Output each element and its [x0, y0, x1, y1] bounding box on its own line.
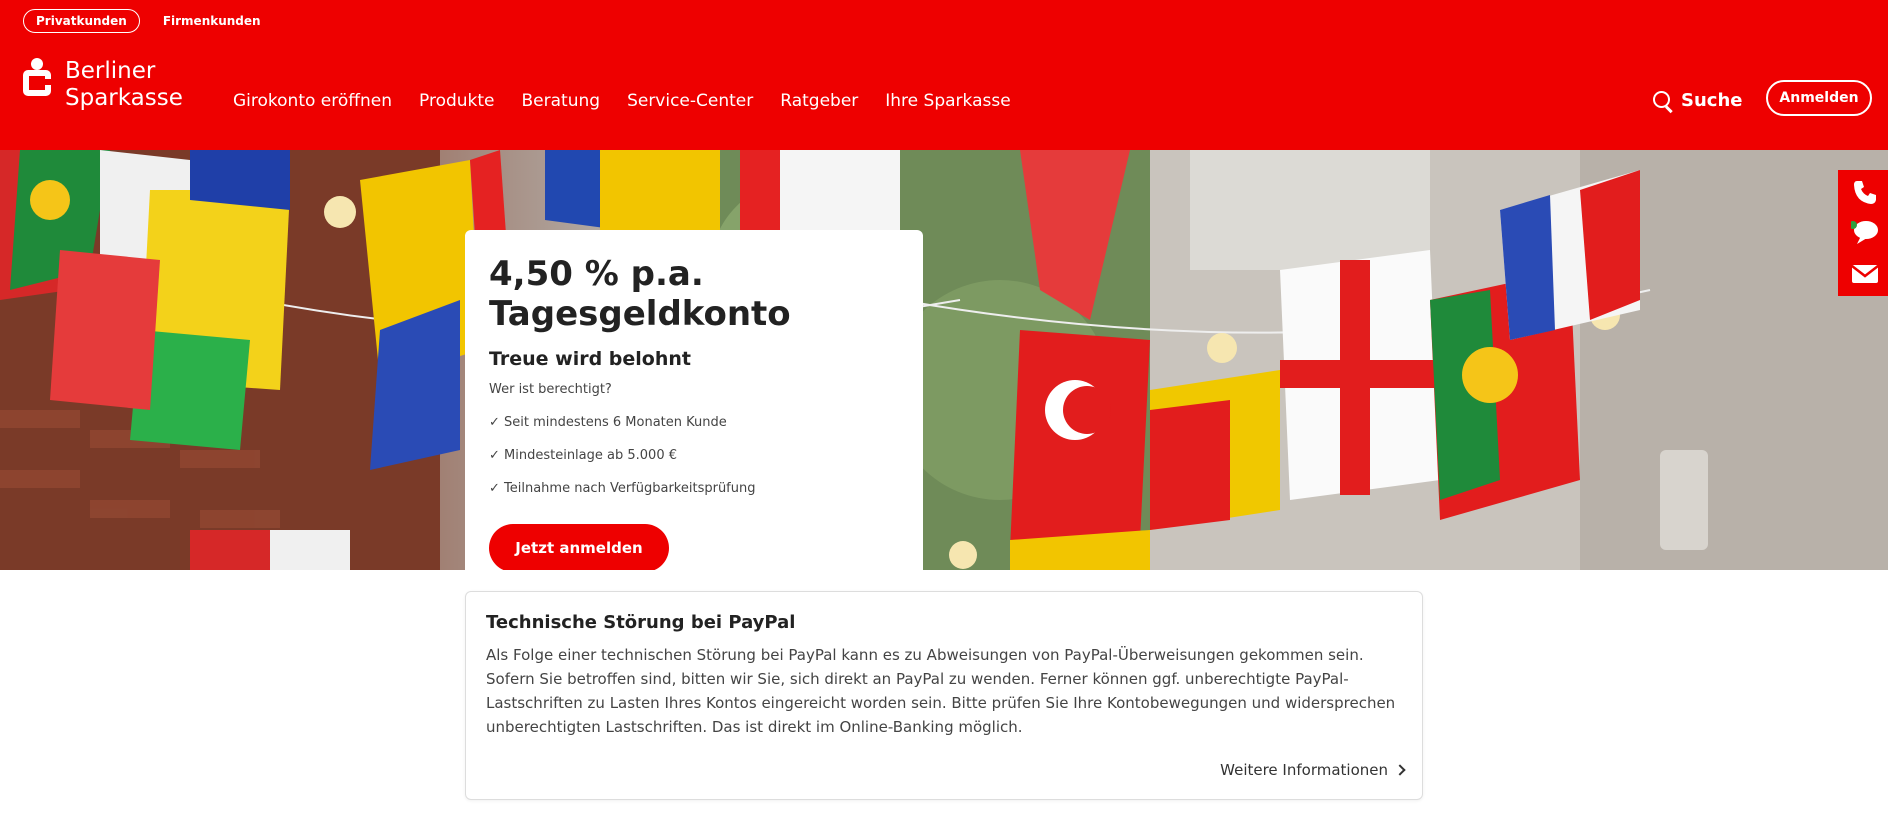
promo-item: ✓ Mindesteinlage ab 5.000 € [489, 448, 677, 463]
hero-banner: 4,50 % p.a. Tagesgeldkonto Treue wird be… [0, 150, 1888, 570]
search-label: Suche [1681, 90, 1743, 111]
chevron-right-icon [1394, 764, 1406, 776]
nav-service-center[interactable]: Service-Center [627, 91, 753, 111]
nav-ihre-sparkasse[interactable]: Ihre Sparkasse [885, 91, 1010, 111]
promo-title: 4,50 % p.a. Tagesgeldkonto [489, 254, 899, 334]
promo-item: ✓ Teilnahme nach Verfügbarkeitsprüfung [489, 481, 756, 496]
nav-ratgeber[interactable]: Ratgeber [780, 91, 858, 111]
promo-item: ✓ Seit mindestens 6 Monaten Kunde [489, 415, 727, 430]
sparkasse-logo[interactable]: Berliner Sparkasse [23, 58, 183, 112]
nav-produkte[interactable]: Produkte [419, 91, 495, 111]
promo-rate: 4,50 % p.a. [489, 254, 704, 294]
promo-product: Tagesgeldkonto [489, 294, 791, 334]
promo-subtitle: Treue wird belohnt [489, 348, 691, 370]
logo-line2: Sparkasse [65, 85, 183, 111]
notice-link-label: Weitere Informationen [1220, 761, 1388, 779]
nav-girokonto[interactable]: Girokonto eröffnen [233, 91, 392, 111]
mail-icon[interactable] [1851, 260, 1879, 288]
promo-question: Wer ist berechtigt? [489, 382, 612, 397]
promo-card: 4,50 % p.a. Tagesgeldkonto Treue wird be… [465, 230, 923, 570]
segment-privatkunden[interactable]: Privatkunden [23, 9, 140, 33]
phone-icon[interactable] [1851, 178, 1879, 206]
paypal-notice: Technische Störung bei PayPal Als Folge … [465, 591, 1423, 800]
customer-segment-switch: Privatkunden Firmenkunden [23, 9, 274, 33]
search-button[interactable]: Suche [1653, 90, 1742, 111]
weitere-informationen-link[interactable]: Weitere Informationen [1220, 761, 1406, 779]
jetzt-anmelden-button[interactable]: Jetzt anmelden [489, 524, 669, 570]
flags-photo [0, 150, 1888, 570]
contact-sidebar [1838, 170, 1888, 296]
logo-line1: Berliner [65, 58, 156, 84]
main-navigation: Girokonto eröffnen Produkte Beratung Ser… [233, 91, 1011, 111]
login-button[interactable]: Anmelden [1766, 80, 1872, 116]
nav-beratung[interactable]: Beratung [522, 91, 601, 111]
sparkasse-s-icon [23, 58, 57, 98]
site-header: Privatkunden Firmenkunden Berliner Spark… [0, 0, 1888, 150]
notice-body: Als Folge einer technischen Störung bei … [486, 646, 1396, 736]
notice-title: Technische Störung bei PayPal [486, 612, 796, 633]
segment-firmenkunden[interactable]: Firmenkunden [150, 9, 274, 33]
search-icon [1653, 90, 1673, 111]
chat-icon[interactable] [1851, 218, 1879, 246]
